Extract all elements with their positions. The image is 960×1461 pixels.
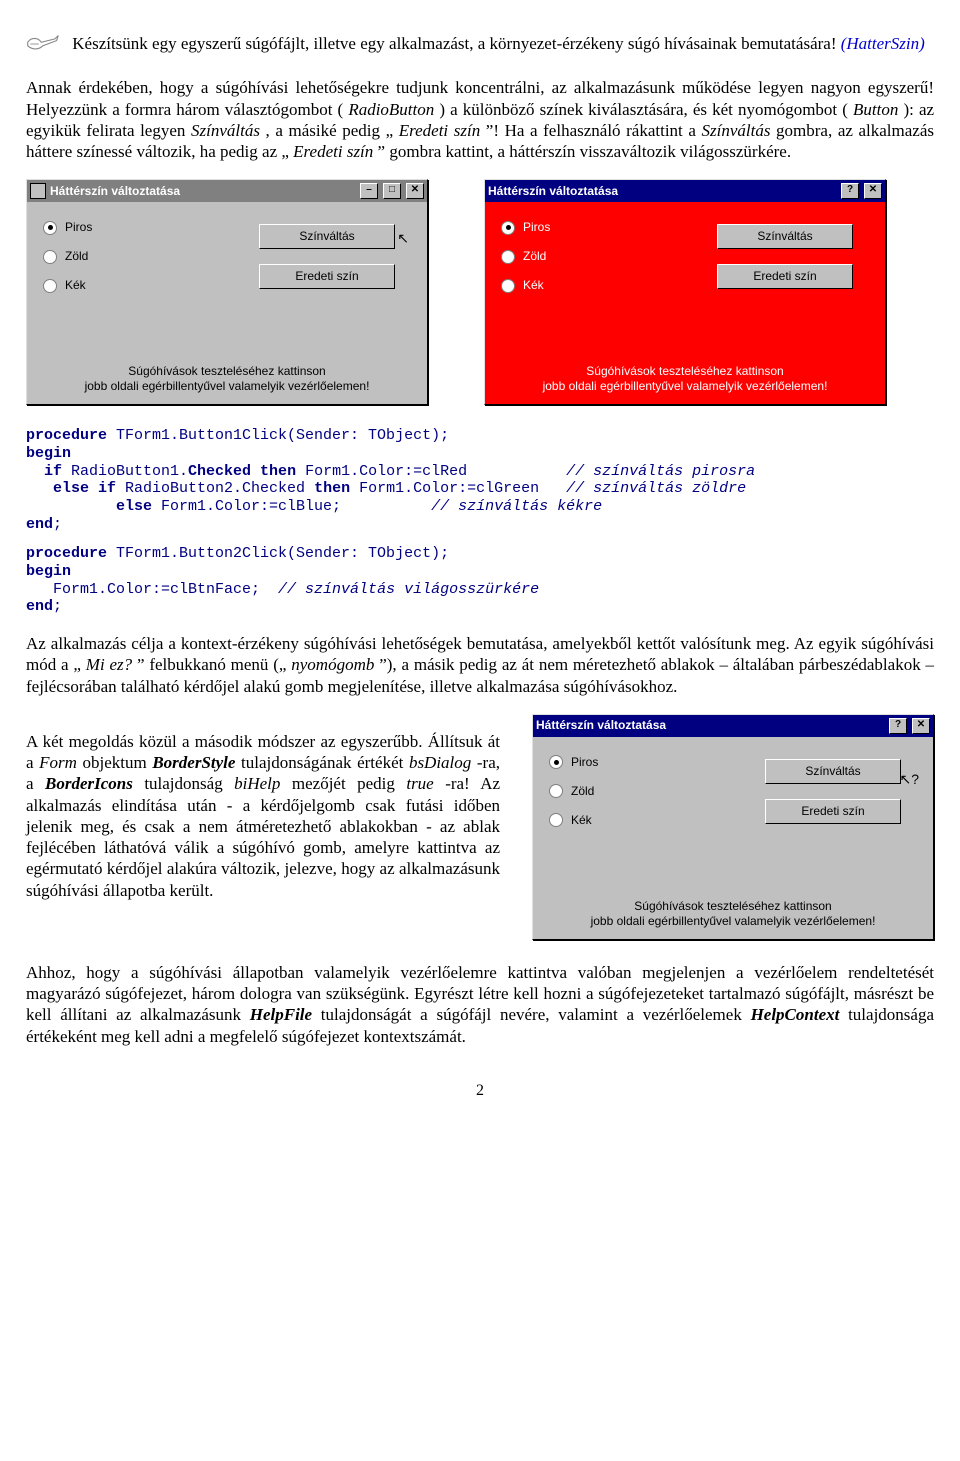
- close-button-h[interactable]: ✕: [912, 718, 930, 734]
- title-text-h: Háttérszín változtatása: [536, 718, 666, 733]
- code-block-1: procedure TForm1.Button1Click(Sender: TO…: [26, 427, 934, 533]
- title-text: Háttérszín változtatása: [50, 184, 180, 199]
- intro-lead: Készítsünk egy egyszerű súgófájlt, illet…: [72, 34, 840, 53]
- two-column: A két megoldás közül a második módszer a…: [26, 714, 934, 940]
- term-button: Button: [853, 100, 898, 119]
- runtime-window: Háttérszín változtatása ? ✕ Színváltás E…: [484, 179, 886, 405]
- cursor-icon: ↖: [397, 230, 409, 248]
- minimize-button[interactable]: –: [360, 183, 378, 199]
- radio-zold-h[interactable]: Zöld: [549, 784, 921, 799]
- original-color-button-h[interactable]: Eredeti szín: [765, 799, 901, 824]
- client-area-help: ↖? Színváltás Eredeti szín Piros Zöld Ké…: [533, 737, 933, 887]
- body-p2: A két megoldás közül a második módszer a…: [26, 731, 500, 901]
- hint-run: Súgóhívások teszteléséhez kattinson jobb…: [485, 352, 885, 404]
- term-radiobutton: RadioButton: [348, 100, 434, 119]
- hint-help: Súgóhívások teszteléséhez kattinson jobb…: [533, 887, 933, 939]
- hand-feather-icon: [26, 33, 60, 60]
- help-cursor-icon: ↖?: [899, 771, 919, 789]
- page-number: 2: [26, 1081, 934, 1101]
- titlebar-help: Háttérszín változtatása ? ✕: [533, 715, 933, 737]
- client-area-design: ↖ Színváltás Eredeti szín Piros Zöld Kék: [27, 202, 427, 352]
- body-p1: Az alkalmazás célja a kontext-érzékeny s…: [26, 633, 934, 697]
- app-icon: [30, 183, 46, 199]
- help-window: Háttérszín változtatása ? ✕ ↖? Színváltá…: [532, 714, 934, 940]
- intro-task: Készítsünk egy egyszerű súgófájlt, illet…: [26, 33, 934, 60]
- titlebar-design: Háttérszín változtatása – □ ✕: [27, 180, 427, 202]
- original-color-button-r[interactable]: Eredeti szín: [717, 264, 853, 289]
- client-area-run: Színváltás Eredeti szín Piros Zöld Kék: [485, 202, 885, 352]
- code-block-2: procedure TForm1.Button2Click(Sender: TO…: [26, 545, 934, 616]
- help-button-h[interactable]: ?: [889, 718, 907, 734]
- original-color-button-d[interactable]: Eredeti szín: [259, 264, 395, 289]
- screenshot-row: Háttérszín változtatása – □ ✕ ↖ Színvált…: [26, 179, 934, 405]
- close-button[interactable]: ✕: [406, 183, 424, 199]
- color-change-button-h[interactable]: Színváltás: [765, 759, 901, 784]
- hint-design: Súgóhívások teszteléséhez kattinson jobb…: [27, 352, 427, 404]
- designer-window: Háttérszín változtatása – □ ✕ ↖ Színvált…: [26, 179, 428, 405]
- titlebar-run: Háttérszín változtatása ? ✕: [485, 180, 885, 202]
- maximize-button[interactable]: □: [383, 183, 401, 199]
- color-change-button-d[interactable]: Színváltás: [259, 224, 395, 249]
- radio-zold-d[interactable]: Zöld: [43, 249, 415, 264]
- intro-link[interactable]: (HatterSzin): [841, 34, 925, 53]
- close-button-r[interactable]: ✕: [864, 183, 882, 199]
- intro-paragraph: Annak érdekében, hogy a súgóhívási lehet…: [26, 77, 934, 162]
- body-p3: Ahhoz, hogy a súgóhívási állapotban vala…: [26, 962, 934, 1047]
- color-change-button-r[interactable]: Színváltás: [717, 224, 853, 249]
- help-button[interactable]: ?: [841, 183, 859, 199]
- title-text-r: Háttérszín változtatása: [488, 184, 618, 199]
- radio-zold-r[interactable]: Zöld: [501, 249, 873, 264]
